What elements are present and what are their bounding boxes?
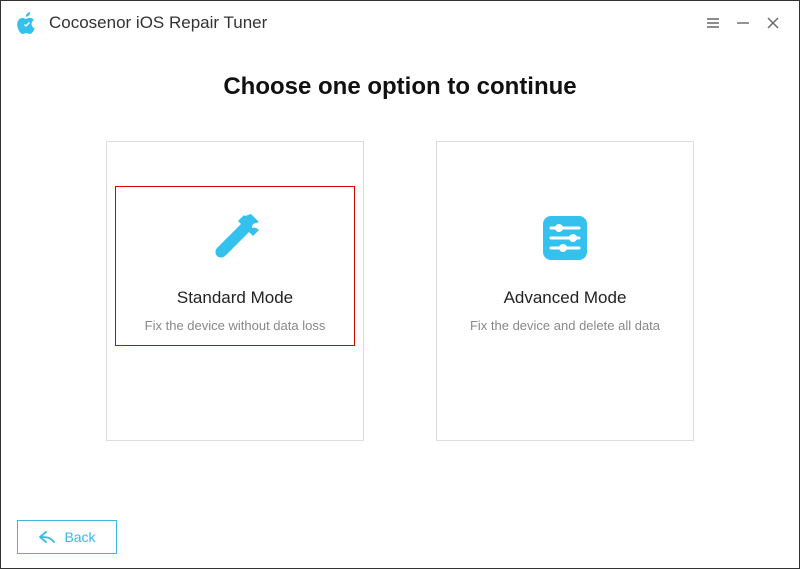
tools-icon bbox=[203, 206, 267, 270]
minimize-icon[interactable] bbox=[731, 11, 755, 35]
card-title: Standard Mode bbox=[177, 288, 293, 308]
app-window: Cocosenor iOS Repair Tuner Choose one op… bbox=[0, 0, 800, 569]
advanced-mode-card[interactable]: Advanced Mode Fix the device and delete … bbox=[436, 141, 694, 441]
titlebar: Cocosenor iOS Repair Tuner bbox=[1, 1, 799, 45]
app-logo-icon bbox=[15, 11, 39, 35]
standard-mode-card[interactable]: Standard Mode Fix the device without dat… bbox=[106, 141, 364, 441]
back-arrow-icon bbox=[38, 530, 56, 544]
sliders-icon bbox=[533, 206, 597, 270]
card-description: Fix the device without data loss bbox=[133, 318, 338, 333]
page-heading: Choose one option to continue bbox=[223, 73, 576, 101]
card-description: Fix the device and delete all data bbox=[458, 318, 672, 333]
back-button[interactable]: Back bbox=[17, 520, 117, 554]
footer: Back bbox=[17, 520, 117, 554]
back-button-label: Back bbox=[64, 529, 95, 545]
close-icon[interactable] bbox=[761, 11, 785, 35]
menu-icon[interactable] bbox=[701, 11, 725, 35]
app-title: Cocosenor iOS Repair Tuner bbox=[49, 13, 267, 33]
card-title: Advanced Mode bbox=[504, 288, 627, 308]
content-area: Choose one option to continue bbox=[1, 45, 799, 568]
mode-cards: Standard Mode Fix the device without dat… bbox=[106, 141, 694, 441]
